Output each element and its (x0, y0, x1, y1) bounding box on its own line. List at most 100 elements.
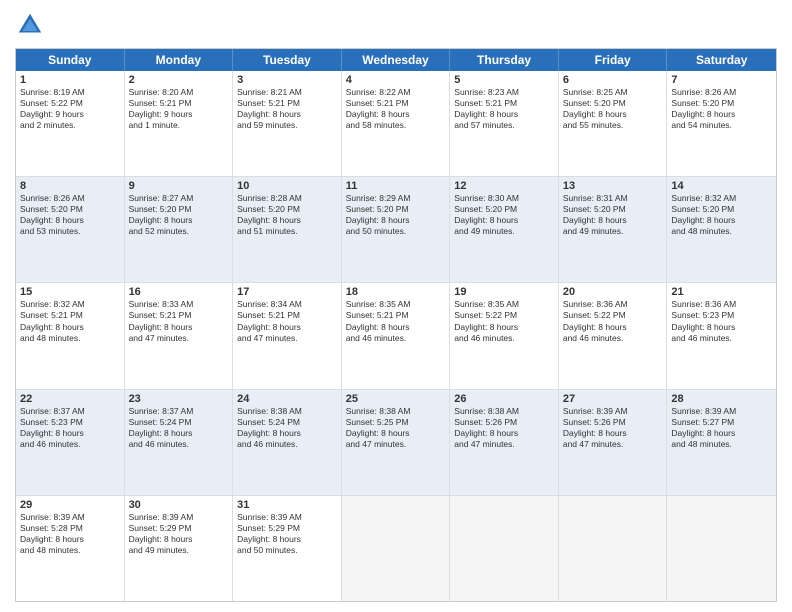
day-number: 6 (563, 74, 663, 86)
day-cell-13: 13Sunrise: 8:31 AM Sunset: 5:20 PM Dayli… (559, 177, 668, 282)
page: SundayMondayTuesdayWednesdayThursdayFrid… (0, 0, 792, 612)
day-number: 20 (563, 286, 663, 298)
day-info: Sunrise: 8:38 AM Sunset: 5:24 PM Dayligh… (237, 406, 337, 450)
day-number: 16 (129, 286, 229, 298)
day-info: Sunrise: 8:39 AM Sunset: 5:29 PM Dayligh… (237, 512, 337, 556)
day-cell-27: 27Sunrise: 8:39 AM Sunset: 5:26 PM Dayli… (559, 390, 668, 495)
day-info: Sunrise: 8:26 AM Sunset: 5:20 PM Dayligh… (671, 87, 772, 131)
calendar-row-1: 1Sunrise: 8:19 AM Sunset: 5:22 PM Daylig… (16, 71, 776, 177)
day-cell-14: 14Sunrise: 8:32 AM Sunset: 5:20 PM Dayli… (667, 177, 776, 282)
day-info: Sunrise: 8:32 AM Sunset: 5:20 PM Dayligh… (671, 193, 772, 237)
day-cell-8: 8Sunrise: 8:26 AM Sunset: 5:20 PM Daylig… (16, 177, 125, 282)
day-cell-24: 24Sunrise: 8:38 AM Sunset: 5:24 PM Dayli… (233, 390, 342, 495)
day-number: 17 (237, 286, 337, 298)
day-cell-6: 6Sunrise: 8:25 AM Sunset: 5:20 PM Daylig… (559, 71, 668, 176)
day-cell-25: 25Sunrise: 8:38 AM Sunset: 5:25 PM Dayli… (342, 390, 451, 495)
day-number: 22 (20, 393, 120, 405)
day-cell-19: 19Sunrise: 8:35 AM Sunset: 5:22 PM Dayli… (450, 283, 559, 388)
header-day-saturday: Saturday (667, 49, 776, 71)
day-number: 28 (671, 393, 772, 405)
day-info: Sunrise: 8:26 AM Sunset: 5:20 PM Dayligh… (20, 193, 120, 237)
calendar-header: SundayMondayTuesdayWednesdayThursdayFrid… (16, 49, 776, 71)
day-cell-4: 4Sunrise: 8:22 AM Sunset: 5:21 PM Daylig… (342, 71, 451, 176)
day-cell-26: 26Sunrise: 8:38 AM Sunset: 5:26 PM Dayli… (450, 390, 559, 495)
day-number: 23 (129, 393, 229, 405)
day-number: 25 (346, 393, 446, 405)
empty-cell (667, 496, 776, 601)
day-cell-30: 30Sunrise: 8:39 AM Sunset: 5:29 PM Dayli… (125, 496, 234, 601)
day-cell-17: 17Sunrise: 8:34 AM Sunset: 5:21 PM Dayli… (233, 283, 342, 388)
day-info: Sunrise: 8:35 AM Sunset: 5:22 PM Dayligh… (454, 299, 554, 343)
day-cell-15: 15Sunrise: 8:32 AM Sunset: 5:21 PM Dayli… (16, 283, 125, 388)
day-number: 29 (20, 499, 120, 511)
day-number: 21 (671, 286, 772, 298)
day-cell-31: 31Sunrise: 8:39 AM Sunset: 5:29 PM Dayli… (233, 496, 342, 601)
day-cell-2: 2Sunrise: 8:20 AM Sunset: 5:21 PM Daylig… (125, 71, 234, 176)
day-info: Sunrise: 8:30 AM Sunset: 5:20 PM Dayligh… (454, 193, 554, 237)
day-cell-11: 11Sunrise: 8:29 AM Sunset: 5:20 PM Dayli… (342, 177, 451, 282)
day-info: Sunrise: 8:36 AM Sunset: 5:22 PM Dayligh… (563, 299, 663, 343)
day-cell-9: 9Sunrise: 8:27 AM Sunset: 5:20 PM Daylig… (125, 177, 234, 282)
day-info: Sunrise: 8:39 AM Sunset: 5:27 PM Dayligh… (671, 406, 772, 450)
day-number: 7 (671, 74, 772, 86)
day-number: 12 (454, 180, 554, 192)
day-number: 11 (346, 180, 446, 192)
day-number: 13 (563, 180, 663, 192)
day-number: 2 (129, 74, 229, 86)
day-info: Sunrise: 8:28 AM Sunset: 5:20 PM Dayligh… (237, 193, 337, 237)
day-cell-28: 28Sunrise: 8:39 AM Sunset: 5:27 PM Dayli… (667, 390, 776, 495)
day-info: Sunrise: 8:29 AM Sunset: 5:20 PM Dayligh… (346, 193, 446, 237)
day-number: 19 (454, 286, 554, 298)
day-info: Sunrise: 8:39 AM Sunset: 5:26 PM Dayligh… (563, 406, 663, 450)
day-number: 31 (237, 499, 337, 511)
day-number: 3 (237, 74, 337, 86)
calendar: SundayMondayTuesdayWednesdayThursdayFrid… (15, 48, 777, 602)
day-info: Sunrise: 8:37 AM Sunset: 5:24 PM Dayligh… (129, 406, 229, 450)
day-info: Sunrise: 8:20 AM Sunset: 5:21 PM Dayligh… (129, 87, 229, 131)
day-number: 14 (671, 180, 772, 192)
day-info: Sunrise: 8:34 AM Sunset: 5:21 PM Dayligh… (237, 299, 337, 343)
day-info: Sunrise: 8:31 AM Sunset: 5:20 PM Dayligh… (563, 193, 663, 237)
calendar-row-2: 8Sunrise: 8:26 AM Sunset: 5:20 PM Daylig… (16, 177, 776, 283)
header-day-thursday: Thursday (450, 49, 559, 71)
calendar-row-5: 29Sunrise: 8:39 AM Sunset: 5:28 PM Dayli… (16, 496, 776, 601)
day-info: Sunrise: 8:37 AM Sunset: 5:23 PM Dayligh… (20, 406, 120, 450)
day-info: Sunrise: 8:25 AM Sunset: 5:20 PM Dayligh… (563, 87, 663, 131)
empty-cell (450, 496, 559, 601)
day-cell-7: 7Sunrise: 8:26 AM Sunset: 5:20 PM Daylig… (667, 71, 776, 176)
day-info: Sunrise: 8:27 AM Sunset: 5:20 PM Dayligh… (129, 193, 229, 237)
day-cell-5: 5Sunrise: 8:23 AM Sunset: 5:21 PM Daylig… (450, 71, 559, 176)
day-cell-16: 16Sunrise: 8:33 AM Sunset: 5:21 PM Dayli… (125, 283, 234, 388)
header-day-tuesday: Tuesday (233, 49, 342, 71)
calendar-body: 1Sunrise: 8:19 AM Sunset: 5:22 PM Daylig… (16, 71, 776, 601)
day-cell-29: 29Sunrise: 8:39 AM Sunset: 5:28 PM Dayli… (16, 496, 125, 601)
day-number: 1 (20, 74, 120, 86)
day-cell-12: 12Sunrise: 8:30 AM Sunset: 5:20 PM Dayli… (450, 177, 559, 282)
header-day-wednesday: Wednesday (342, 49, 451, 71)
day-cell-20: 20Sunrise: 8:36 AM Sunset: 5:22 PM Dayli… (559, 283, 668, 388)
header-day-friday: Friday (559, 49, 668, 71)
day-cell-1: 1Sunrise: 8:19 AM Sunset: 5:22 PM Daylig… (16, 71, 125, 176)
day-number: 4 (346, 74, 446, 86)
day-number: 30 (129, 499, 229, 511)
day-number: 9 (129, 180, 229, 192)
header-day-sunday: Sunday (16, 49, 125, 71)
day-info: Sunrise: 8:35 AM Sunset: 5:21 PM Dayligh… (346, 299, 446, 343)
logo-icon (15, 10, 45, 40)
day-number: 8 (20, 180, 120, 192)
day-info: Sunrise: 8:38 AM Sunset: 5:25 PM Dayligh… (346, 406, 446, 450)
day-info: Sunrise: 8:19 AM Sunset: 5:22 PM Dayligh… (20, 87, 120, 131)
day-number: 26 (454, 393, 554, 405)
day-info: Sunrise: 8:36 AM Sunset: 5:23 PM Dayligh… (671, 299, 772, 343)
logo (15, 10, 49, 40)
day-cell-23: 23Sunrise: 8:37 AM Sunset: 5:24 PM Dayli… (125, 390, 234, 495)
day-number: 15 (20, 286, 120, 298)
day-cell-10: 10Sunrise: 8:28 AM Sunset: 5:20 PM Dayli… (233, 177, 342, 282)
day-number: 5 (454, 74, 554, 86)
calendar-row-4: 22Sunrise: 8:37 AM Sunset: 5:23 PM Dayli… (16, 390, 776, 496)
day-info: Sunrise: 8:23 AM Sunset: 5:21 PM Dayligh… (454, 87, 554, 131)
day-info: Sunrise: 8:32 AM Sunset: 5:21 PM Dayligh… (20, 299, 120, 343)
day-cell-18: 18Sunrise: 8:35 AM Sunset: 5:21 PM Dayli… (342, 283, 451, 388)
empty-cell (559, 496, 668, 601)
day-cell-3: 3Sunrise: 8:21 AM Sunset: 5:21 PM Daylig… (233, 71, 342, 176)
